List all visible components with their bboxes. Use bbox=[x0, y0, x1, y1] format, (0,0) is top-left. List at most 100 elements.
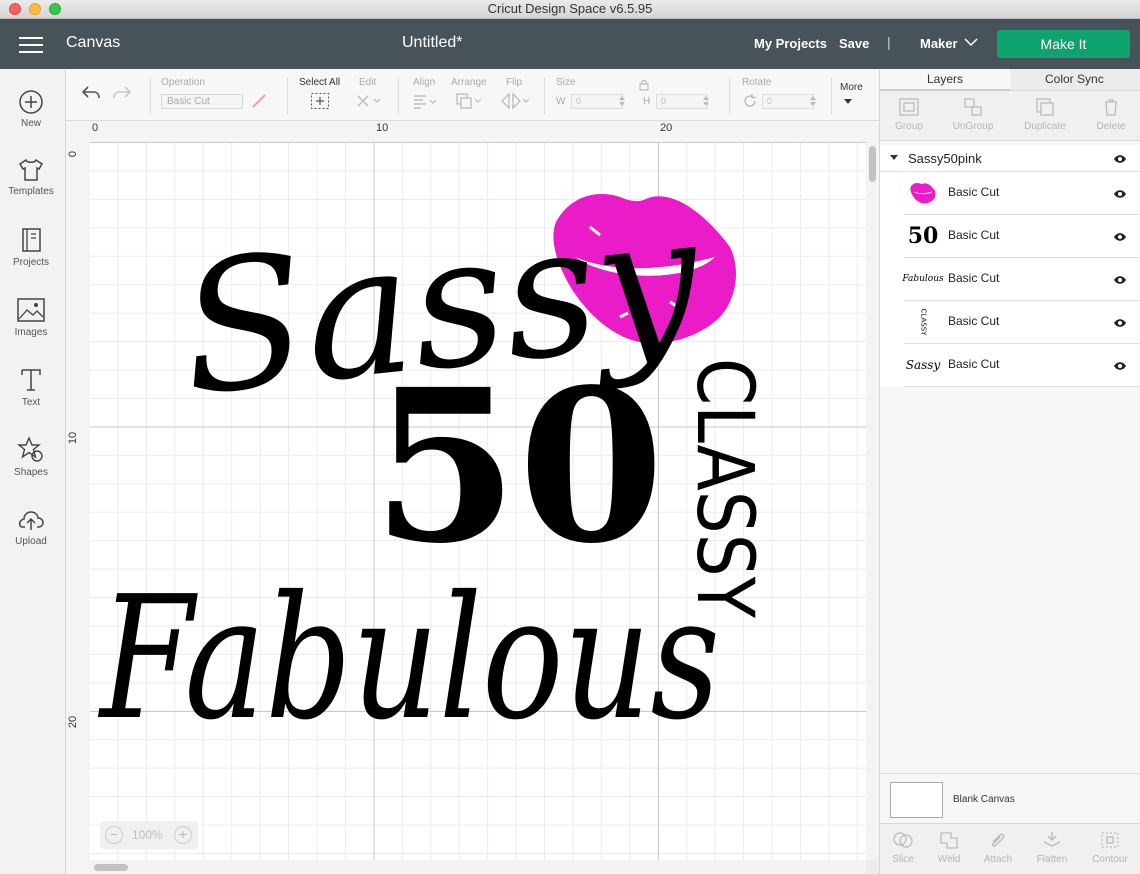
lock-icon[interactable] bbox=[639, 79, 649, 91]
edit-scissors-icon[interactable] bbox=[355, 92, 381, 110]
ruler-vertical: 0 10 20 bbox=[66, 142, 90, 874]
sidebar-label: Shapes bbox=[14, 467, 48, 478]
align-icon[interactable] bbox=[412, 94, 438, 110]
layer-row[interactable]: CLASSY Basic Cut bbox=[904, 301, 1140, 344]
machine-select[interactable]: Maker bbox=[920, 36, 958, 51]
design-canvas[interactable]: Sassy 50 CLASSY Fabulous bbox=[90, 142, 866, 860]
zoom-in-button[interactable]: + bbox=[174, 826, 192, 844]
layer-actions: Group UnGroup Duplicate Delete bbox=[880, 91, 1140, 141]
rotate-stepper-icon[interactable] bbox=[810, 95, 816, 107]
contour-icon bbox=[1101, 832, 1119, 848]
window-controls[interactable] bbox=[9, 3, 61, 15]
rotate-icon[interactable] bbox=[742, 93, 758, 109]
layer-row[interactable]: Fabulous Basic Cut bbox=[902, 258, 1140, 301]
layer-row[interactable]: Sassy Basic Cut bbox=[904, 344, 1140, 387]
ruler-tick-label: 20 bbox=[67, 715, 80, 729]
height-input[interactable]: 0 bbox=[656, 94, 708, 109]
edit-label: Edit bbox=[359, 77, 377, 88]
fabulous-text[interactable]: Fabulous bbox=[98, 560, 720, 758]
app-header: Canvas Untitled* My Projects Save | Make… bbox=[0, 19, 1140, 69]
contour-button[interactable]: Contour bbox=[1085, 830, 1135, 865]
duplicate-button[interactable]: Duplicate bbox=[1015, 97, 1075, 132]
visibility-eye-icon[interactable] bbox=[1113, 154, 1127, 164]
rotate-input[interactable]: 0 bbox=[762, 94, 814, 109]
toolbar-divider bbox=[544, 77, 545, 115]
visibility-eye-icon[interactable] bbox=[1113, 232, 1127, 242]
action-label: Attach bbox=[983, 854, 1013, 865]
attach-button[interactable]: Attach bbox=[973, 830, 1023, 865]
more-caret-icon[interactable] bbox=[844, 99, 852, 105]
canvas-artwork: Sassy 50 CLASSY Fabulous bbox=[98, 174, 769, 758]
scroll-thumb[interactable] bbox=[869, 146, 876, 182]
redo-icon[interactable] bbox=[111, 84, 133, 102]
minimize-window-button[interactable] bbox=[29, 3, 41, 15]
tab-layers[interactable]: Layers bbox=[927, 72, 963, 86]
zoom-window-button[interactable] bbox=[49, 3, 61, 15]
blank-canvas-row[interactable]: Blank Canvas bbox=[880, 773, 1140, 823]
chevron-down-icon[interactable] bbox=[964, 37, 978, 47]
sidebar-item-text[interactable]: Text bbox=[0, 366, 62, 408]
weld-icon bbox=[940, 832, 958, 849]
sidebar-item-upload[interactable]: Upload bbox=[0, 507, 62, 547]
layer-group-row[interactable]: Sassy50pink bbox=[880, 145, 1140, 172]
height-stepper-icon[interactable] bbox=[703, 95, 709, 107]
close-window-button[interactable] bbox=[9, 3, 21, 15]
path-actions: Slice Weld Attach Flatten Contour bbox=[880, 823, 1140, 874]
select-all-icon[interactable] bbox=[310, 92, 330, 110]
window-title: Cricut Design Space v6.5.95 bbox=[487, 1, 653, 16]
visibility-eye-icon[interactable] bbox=[1113, 361, 1127, 371]
sidebar-item-templates[interactable]: Templates bbox=[0, 157, 62, 197]
operation-select[interactable]: Basic Cut bbox=[161, 94, 243, 109]
width-stepper-icon[interactable] bbox=[619, 95, 625, 107]
linetype-pen-icon[interactable] bbox=[250, 92, 268, 110]
canvas-color-swatch[interactable] bbox=[890, 782, 943, 818]
zoom-out-button[interactable]: − bbox=[105, 826, 123, 844]
action-label: Weld bbox=[937, 854, 961, 865]
delete-button[interactable]: Delete bbox=[1081, 97, 1140, 132]
flatten-button[interactable]: Flatten bbox=[1027, 830, 1077, 865]
layer-row[interactable]: Basic Cut bbox=[904, 172, 1140, 215]
flip-icon[interactable] bbox=[500, 92, 530, 110]
canvas-vertical-scrollbar[interactable] bbox=[866, 142, 879, 860]
action-label: Slice bbox=[892, 854, 914, 865]
duplicate-icon bbox=[1036, 98, 1054, 116]
operation-label: Operation bbox=[161, 77, 205, 88]
slice-button[interactable]: Slice bbox=[878, 830, 928, 865]
make-it-button[interactable]: Make It bbox=[997, 30, 1130, 58]
sassy-thumb: Sassy bbox=[905, 358, 941, 372]
width-input[interactable]: 0 bbox=[571, 94, 623, 109]
tab-color-sync[interactable]: Color Sync bbox=[1045, 72, 1104, 86]
weld-button[interactable]: Weld bbox=[924, 830, 974, 865]
collapse-caret-icon[interactable] bbox=[890, 155, 898, 160]
ungroup-button[interactable]: UnGroup bbox=[943, 97, 1003, 132]
layer-name: Basic Cut bbox=[948, 185, 1000, 199]
arrange-icon[interactable] bbox=[455, 92, 483, 110]
layer-row[interactable]: 50 Basic Cut bbox=[904, 215, 1140, 258]
tshirt-icon bbox=[18, 158, 44, 181]
save-link[interactable]: Save bbox=[839, 36, 869, 51]
my-projects-link[interactable]: My Projects bbox=[754, 36, 827, 51]
more-menu[interactable]: More bbox=[840, 82, 863, 93]
visibility-eye-icon[interactable] bbox=[1113, 318, 1127, 328]
fifty-text[interactable]: 50 bbox=[372, 343, 664, 590]
select-all-label: Select All bbox=[299, 77, 341, 88]
menu-hamburger-icon[interactable] bbox=[19, 37, 43, 53]
sidebar-item-images[interactable]: Images bbox=[0, 296, 62, 338]
sidebar-item-new[interactable]: New bbox=[0, 89, 62, 129]
layer-name: Basic Cut bbox=[948, 357, 1000, 371]
canvas-horizontal-scrollbar[interactable] bbox=[90, 860, 866, 874]
toolbar-divider bbox=[729, 77, 730, 115]
group-button[interactable]: Group bbox=[879, 97, 939, 132]
sidebar-item-projects[interactable]: Projects bbox=[0, 226, 62, 268]
edit-toolbar: Operation Basic Cut Select All Edit Alig… bbox=[66, 69, 879, 121]
sidebar-item-shapes[interactable]: Shapes bbox=[0, 436, 62, 478]
book-icon bbox=[22, 228, 41, 252]
fabulous-thumb: Fabulous bbox=[902, 274, 944, 284]
document-title[interactable]: Untitled* bbox=[402, 34, 462, 52]
visibility-eye-icon[interactable] bbox=[1113, 275, 1127, 285]
undo-icon[interactable] bbox=[80, 84, 102, 102]
visibility-eye-icon[interactable] bbox=[1113, 189, 1127, 199]
sidebar-label: Templates bbox=[8, 186, 54, 197]
action-label: Flatten bbox=[1036, 854, 1068, 865]
scroll-thumb[interactable] bbox=[94, 864, 128, 871]
